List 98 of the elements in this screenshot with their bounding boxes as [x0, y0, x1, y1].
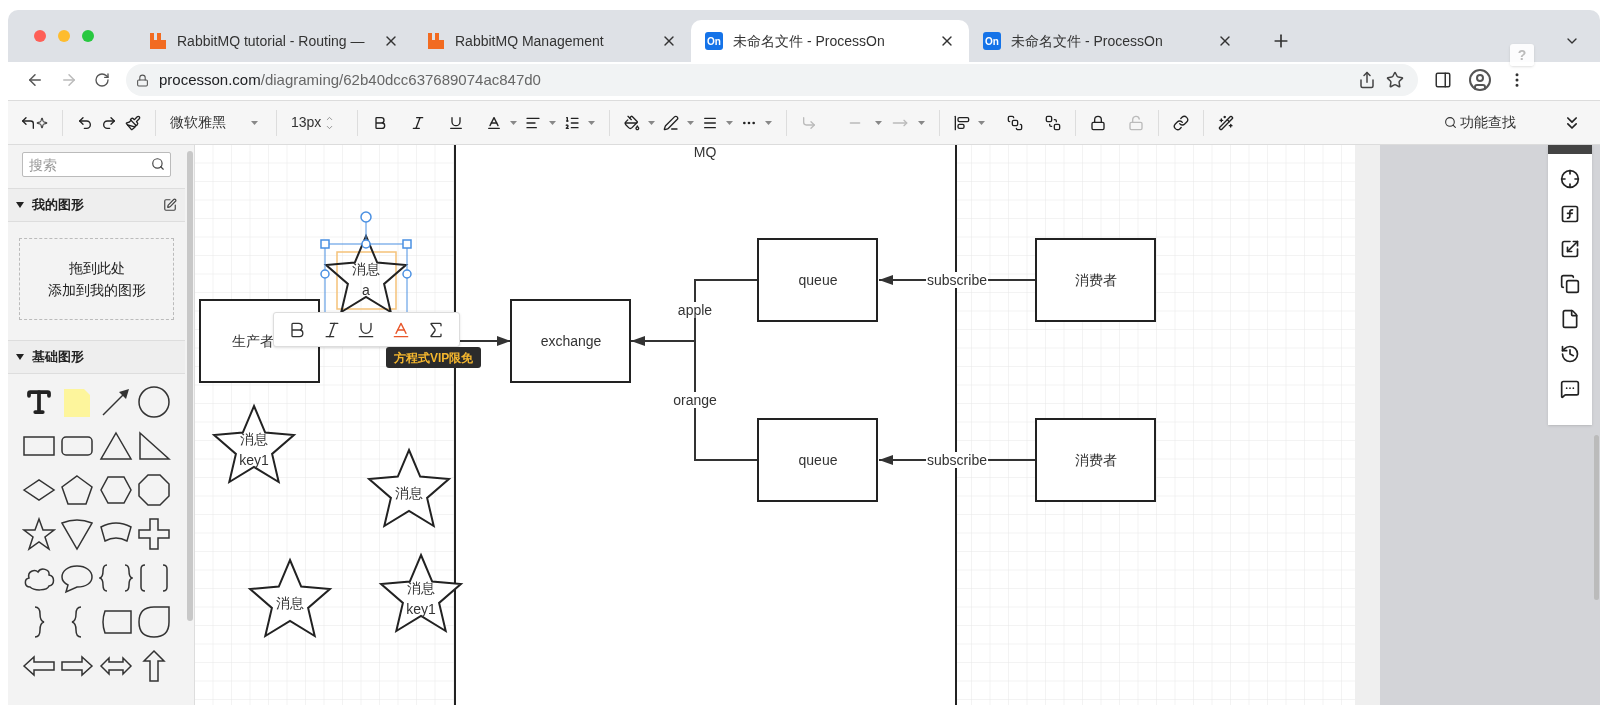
- magic-wand-icon[interactable]: [1218, 114, 1234, 131]
- browser-tab[interactable]: RabbitMQ Management: [413, 20, 691, 62]
- cross-icon[interactable]: [136, 517, 171, 551]
- section-header[interactable]: 我的图形: [8, 188, 185, 222]
- lock-shape-icon[interactable]: [1090, 114, 1106, 131]
- search-field[interactable]: 搜索: [22, 152, 171, 177]
- scrollbar-thumb[interactable]: [1593, 435, 1599, 600]
- browser-tab[interactable]: On 未命名文件 - ProcessOn: [969, 20, 1247, 62]
- section-header[interactable]: 基础图形: [8, 340, 185, 374]
- rabbit-logo-icon: [149, 32, 167, 50]
- search-icon[interactable]: [151, 157, 165, 171]
- rabbit-logo-icon: [427, 32, 445, 50]
- page-icon[interactable]: [1560, 309, 1580, 329]
- drop-area[interactable]: 拖到此处 添加到我的图形: [19, 238, 174, 320]
- return-icon[interactable]: [20, 114, 36, 131]
- hexagon-icon[interactable]: [98, 473, 133, 507]
- back-icon[interactable]: [26, 71, 44, 89]
- diagram-node[interactable]: [1035, 418, 1156, 502]
- url-text: processon.com/diagraming/62b40dcc637689074ac847d0: [159, 69, 542, 90]
- circle-icon[interactable]: [136, 385, 171, 419]
- star-label: 消息 a: [352, 261, 380, 298]
- caret-icon[interactable]: [16, 201, 24, 209]
- reload-icon[interactable]: [94, 72, 110, 88]
- arrange-icon[interactable]: [954, 114, 970, 131]
- link-icon[interactable]: [1173, 114, 1189, 131]
- comment-icon[interactable]: [1560, 379, 1580, 399]
- star-label: 消息 key1: [239, 431, 269, 468]
- diagram-node[interactable]: [757, 418, 878, 502]
- node-label: exchange: [540, 333, 602, 349]
- pentagon-icon[interactable]: [60, 473, 95, 507]
- text-edit-box[interactable]: [336, 251, 397, 310]
- feature-search-button[interactable]: 功能查找: [1444, 112, 1516, 133]
- connector-arrow[interactable]: [459, 336, 512, 346]
- diagram-node[interactable]: [510, 299, 631, 383]
- address-bar[interactable]: processon.com/diagraming/62b40dcc637689074ac847d0: [126, 64, 1418, 96]
- locate-icon[interactable]: [1560, 169, 1580, 189]
- italic-icon[interactable]: [410, 114, 426, 131]
- edge-label: apple: [676, 302, 714, 318]
- right-triangle-icon[interactable]: [136, 429, 171, 463]
- bold-icon[interactable]: [372, 114, 388, 131]
- history-icon[interactable]: [1560, 344, 1580, 364]
- star-label: 消息 key1: [406, 580, 436, 617]
- line-color-icon[interactable]: [663, 114, 679, 131]
- edit-icon[interactable]: [163, 198, 177, 212]
- formula-icon[interactable]: [1560, 204, 1580, 224]
- node-label: 消费者: [1075, 272, 1117, 288]
- scrollbar-thumb[interactable]: [186, 151, 193, 621]
- sparkle-icon[interactable]: [36, 116, 48, 129]
- node-label: queue: [798, 272, 838, 288]
- resize-icon[interactable]: [1560, 239, 1580, 259]
- star-shape[interactable]: [247, 557, 333, 639]
- toolbar-handle[interactable]: [1548, 145, 1592, 154]
- browser-tab[interactable]: RabbitMQ tutorial - Routing —: [135, 20, 413, 62]
- star-icon[interactable]: [22, 517, 57, 551]
- lock-icon: [136, 73, 149, 87]
- diagram-node[interactable]: [1035, 238, 1156, 322]
- star-label: 消息: [276, 595, 304, 611]
- star-label: 消息: [395, 485, 423, 501]
- brace-pair-icon[interactable]: [98, 561, 133, 595]
- profile-icon[interactable]: [1468, 68, 1492, 92]
- font-select[interactable]: 微软雅黑: [170, 112, 262, 133]
- edge-label: subscribe: [926, 452, 988, 468]
- edge-label: subscribe: [926, 272, 988, 288]
- node-label: 生产者: [232, 333, 274, 349]
- undo-icon[interactable]: [77, 114, 93, 131]
- on-logo-icon: On: [983, 32, 1001, 50]
- star-shape[interactable]: [366, 447, 452, 529]
- browser-tab[interactable]: On 未命名文件 - ProcessOn: [691, 20, 969, 62]
- send-back-icon[interactable]: [1045, 114, 1061, 131]
- bookmark-star-icon[interactable]: [1386, 71, 1404, 89]
- node-label: queue: [798, 452, 838, 468]
- share-icon[interactable]: [1358, 71, 1376, 89]
- connector-arrow[interactable]: [630, 279, 759, 461]
- pages-icon[interactable]: [1560, 274, 1580, 294]
- search-icon: [1444, 116, 1457, 129]
- side-panel-icon[interactable]: [1434, 71, 1452, 89]
- star-shape[interactable]: [211, 403, 297, 485]
- star-shape[interactable]: [378, 552, 464, 634]
- sector-icon[interactable]: [60, 517, 95, 551]
- edge-label: orange: [672, 392, 718, 408]
- fill-color-icon[interactable]: [624, 114, 640, 131]
- redo-icon[interactable]: [101, 114, 117, 131]
- format-painter-icon[interactable]: [125, 114, 141, 131]
- font-color-icon[interactable]: [486, 114, 502, 131]
- leaf-icon[interactable]: [136, 605, 171, 639]
- node-label: 消费者: [1075, 452, 1117, 468]
- caret-icon[interactable]: [16, 353, 24, 361]
- bring-front-icon[interactable]: [1007, 114, 1023, 131]
- octagon-icon[interactable]: [136, 473, 171, 507]
- underline-icon[interactable]: [448, 114, 464, 131]
- lane-title: MQ: [693, 145, 717, 160]
- line-spacing-icon[interactable]: [564, 114, 580, 131]
- drop-hint: 添加到我的图形: [47, 281, 146, 300]
- diagram-node[interactable]: [757, 238, 878, 322]
- on-logo-icon: On: [705, 32, 723, 50]
- drop-hint: 拖到此处: [68, 259, 125, 278]
- triangle-icon[interactable]: [98, 429, 133, 463]
- vip-tooltip: 方程式VIP限免: [386, 347, 482, 368]
